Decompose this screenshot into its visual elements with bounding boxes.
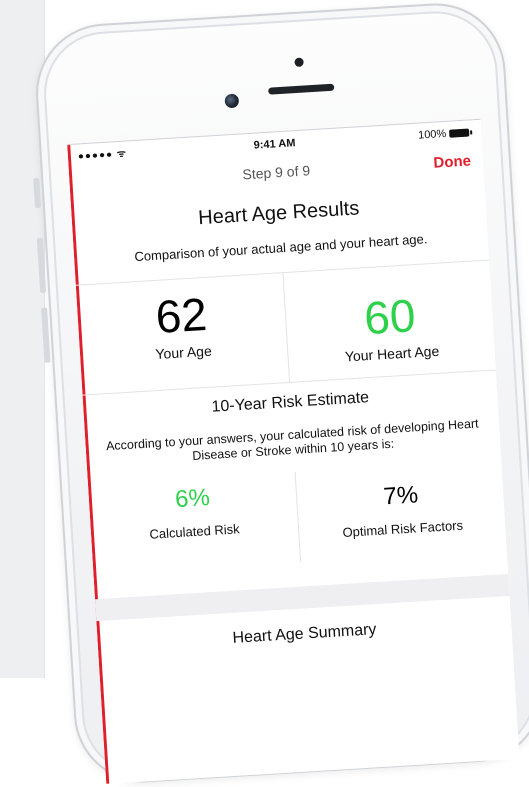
optimal-risk-cell: 7% Optimal Risk Factors bbox=[294, 459, 508, 562]
iphone-device: ●●●●● ᯤ 9:41 AM 100% Step 9 of 9 Done He… bbox=[32, 0, 529, 787]
battery-status: 100% bbox=[418, 127, 470, 142]
your-age-cell: 62 Your Age bbox=[76, 272, 289, 394]
optimal-risk-value: 7% bbox=[382, 481, 419, 511]
summary-title: Heart Age Summary bbox=[232, 621, 377, 647]
done-button[interactable]: Done bbox=[433, 152, 471, 171]
battery-icon bbox=[448, 128, 470, 138]
optimal-risk-label: Optimal Risk Factors bbox=[342, 517, 464, 540]
calculated-risk-value: 6% bbox=[174, 484, 211, 514]
risk-comparison: 6% Calculated Risk 7% Optimal Risk Facto… bbox=[88, 459, 508, 574]
section-separator bbox=[94, 573, 510, 622]
heart-age-cell: 60 Your Heart Age bbox=[282, 259, 497, 382]
heart-age-value: 60 bbox=[362, 289, 417, 345]
calculated-risk-label: Calculated Risk bbox=[148, 521, 241, 542]
age-comparison: 62 Your Age 60 Your Heart Age bbox=[76, 259, 497, 395]
phone-screen: ●●●●● ᯤ 9:41 AM 100% Step 9 of 9 Done He… bbox=[67, 118, 520, 784]
calculated-risk-cell: 6% Calculated Risk bbox=[88, 472, 300, 574]
battery-percent: 100% bbox=[417, 127, 447, 142]
risk-description: According to your answers, your calculat… bbox=[105, 416, 479, 463]
your-age-value: 62 bbox=[154, 287, 209, 343]
